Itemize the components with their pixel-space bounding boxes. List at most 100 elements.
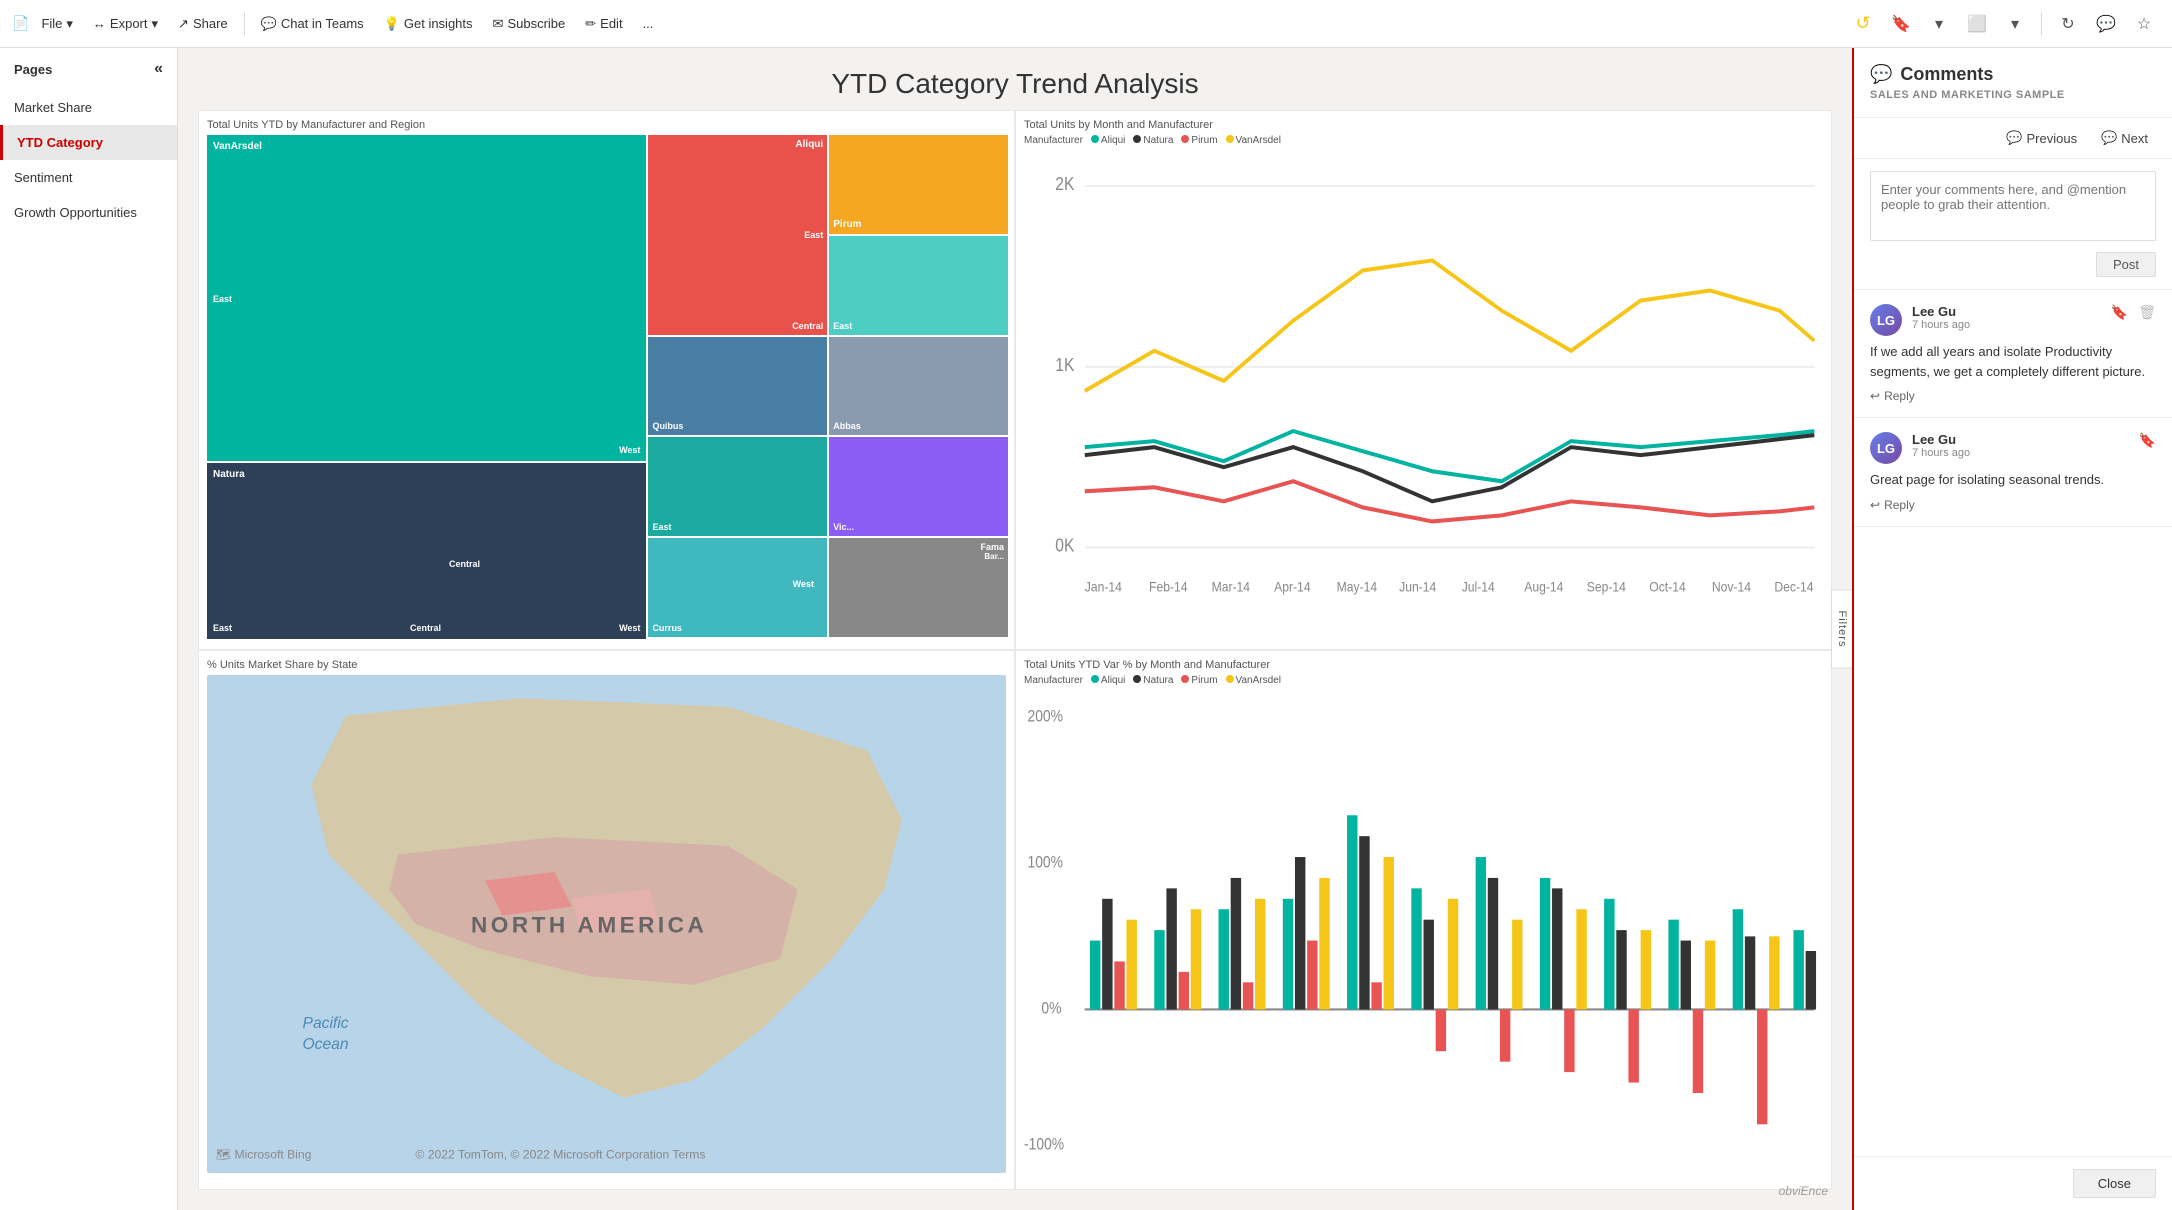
export-menu[interactable]: ↔ Export ▾ (85, 12, 166, 36)
chat-teams-button[interactable]: 💬 Chat in Teams (253, 12, 372, 36)
subscribe-label: Subscribe (507, 16, 565, 31)
toolbar-separator-1 (244, 12, 245, 36)
comments-nav: 💬 Previous 💬 Next (1854, 118, 2172, 159)
line-chart: Total Units by Month and Manufacturer Ma… (1015, 110, 1832, 650)
comment-reply-1[interactable]: ↩ Reply (1870, 389, 2156, 403)
insights-icon: 💡 (384, 16, 400, 32)
share-label: Share (193, 16, 228, 31)
svg-text:1K: 1K (1055, 355, 1075, 375)
treemap-cell-natura[interactable]: Natura EastCentralWest (207, 463, 646, 639)
more-label: ... (643, 16, 654, 31)
get-insights-button[interactable]: 💡 Get insights (376, 12, 481, 36)
map-chart: % Units Market Share by State (198, 650, 1015, 1190)
main-layout: Pages « Market Share YTD Category Sentim… (0, 48, 2172, 1210)
svg-text:Jul-14: Jul-14 (1462, 579, 1495, 595)
comment-time-1: 7 hours ago (1912, 319, 2101, 331)
sidebar-item-sentiment[interactable]: Sentiment (0, 160, 177, 195)
bar-legend-manufacturer: Manufacturer (1024, 675, 1083, 686)
svg-text:Sep-14: Sep-14 (1587, 579, 1626, 595)
treemap-cell-fama[interactable]: FamaBar... (829, 538, 1008, 637)
export-chevron-icon: ▾ (152, 16, 159, 32)
bar-title: Total Units YTD Var % by Month and Manuf… (1024, 659, 1823, 671)
share-button[interactable]: ↗ Share (170, 12, 236, 36)
toolbar-right: ↺ 🔖 ▾ ⬜ ▾ ↻ 💬 ☆ (1847, 8, 2160, 40)
edit-icon: ✏ (585, 16, 596, 32)
line-chart-svg: 2K 1K 0K Jan-14 F (1024, 150, 1823, 650)
toolbar-separator-2 (2041, 12, 2042, 36)
comment-author-1: Lee Gu (1912, 304, 2101, 319)
svg-text:2K: 2K (1055, 174, 1075, 194)
treemap-cell-abbas[interactable]: Abbas (829, 337, 1008, 436)
bar-legend-pirum: Pirum (1181, 675, 1217, 686)
svg-text:Mar-14: Mar-14 (1212, 579, 1250, 595)
view-chevron[interactable]: ▾ (1999, 8, 2031, 40)
watermark: obviEnce (1779, 1184, 1828, 1198)
comment-meta-2: Lee Gu 7 hours ago (1912, 432, 2129, 459)
map-area: NORTH AMERICA Pacific Ocean 🗺 Microsoft … (207, 675, 1006, 1173)
sidebar-item-growth-opportunities[interactable]: Growth Opportunities (0, 195, 177, 230)
comment-item-1: LG Lee Gu 7 hours ago 🔖 🗑 If we add all … (1854, 290, 2172, 418)
treemap-cell-east[interactable]: East (829, 236, 1008, 335)
treemap-cell-east2[interactable]: East (648, 437, 827, 536)
file-menu[interactable]: File ▾ (33, 12, 80, 36)
subscribe-button[interactable]: ✉ Subscribe (485, 12, 574, 36)
treemap-cell-vic[interactable]: Vic... (829, 437, 1008, 536)
treemap-chart: Total Units YTD by Manufacturer and Regi… (198, 110, 1015, 650)
bookmark-chevron[interactable]: ▾ (1923, 8, 1955, 40)
sidebar-item-ytd-category[interactable]: YTD Category (0, 125, 177, 160)
previous-button[interactable]: 💬 Previous (1998, 126, 2085, 150)
previous-icon: 💬 (2006, 130, 2022, 146)
view-button[interactable]: ⬜ (1961, 8, 1993, 40)
sidebar-collapse-icon[interactable]: « (154, 60, 163, 78)
edit-button[interactable]: ✏ Edit (577, 12, 630, 36)
sidebar-item-market-share[interactable]: Market Share (0, 90, 177, 125)
file-icon: 📄 (12, 15, 29, 32)
bar-chart: Total Units YTD Var % by Month and Manuf… (1015, 650, 1832, 1190)
svg-text:Jun-14: Jun-14 (1399, 579, 1436, 595)
treemap-cell-quibus[interactable]: Quibus (648, 337, 827, 436)
comments-footer: Close (1854, 1156, 2172, 1210)
comment-post-row: Post (1870, 252, 2156, 277)
svg-text:Feb-14: Feb-14 (1149, 579, 1187, 595)
undo-button[interactable]: ↺ (1847, 8, 1879, 40)
comments-body: Post LG Lee Gu 7 hours ago 🔖 🗑 If we add… (1854, 159, 2172, 1156)
comment-bookmark-2[interactable]: 🔖 (2139, 432, 2156, 449)
treemap-cell-aliqui[interactable]: Aliqui East Central (648, 135, 827, 335)
comment-top-2: LG Lee Gu 7 hours ago 🔖 (1870, 432, 2156, 464)
comment-time-2: 7 hours ago (1912, 447, 2129, 459)
comment-author-2: Lee Gu (1912, 432, 2129, 447)
svg-text:NORTH AMERICA: NORTH AMERICA (471, 913, 707, 938)
svg-text:Aug-14: Aug-14 (1524, 579, 1563, 595)
treemap-cell-pirum[interactable]: Pirum (829, 135, 1008, 234)
next-icon: 💬 (2101, 130, 2117, 146)
comment-delete-1[interactable]: 🗑 (2138, 304, 2156, 321)
svg-text:Ocean: Ocean (303, 1036, 349, 1053)
svg-text:May-14: May-14 (1337, 579, 1377, 595)
svg-text:Jan-14: Jan-14 (1085, 579, 1122, 595)
bar-legend-natura: Natura (1133, 675, 1173, 686)
page-title: YTD Category Trend Analysis (178, 48, 1852, 110)
legend-pirum: Pirum (1181, 135, 1217, 146)
svg-text:100%: 100% (1027, 853, 1063, 871)
comments-panel: 💬 Comments SALES AND MARKETING SAMPLE 💬 … (1852, 48, 2172, 1210)
comment-reply-2[interactable]: ↩ Reply (1870, 498, 2156, 512)
close-button[interactable]: Close (2073, 1169, 2156, 1198)
comment-button[interactable]: 💬 (2090, 8, 2122, 40)
filters-tab[interactable]: Filters (1831, 590, 1852, 669)
next-button[interactable]: 💬 Next (2093, 126, 2156, 150)
treemap-cell-vanarsdel[interactable]: VanArsdel East West (207, 135, 646, 461)
bar-legend-aliqui: Aliqui (1091, 675, 1125, 686)
post-button[interactable]: Post (2096, 252, 2156, 277)
svg-text:Pacific: Pacific (303, 1015, 349, 1032)
refresh-button[interactable]: ↻ (2052, 8, 2084, 40)
svg-text:Oct-14: Oct-14 (1649, 579, 1685, 595)
favorite-button[interactable]: ☆ (2128, 8, 2160, 40)
bookmark-button[interactable]: 🔖 (1885, 8, 1917, 40)
comment-input[interactable] (1870, 171, 2156, 241)
comments-icon: 💬 (1870, 64, 1892, 85)
svg-text:0K: 0K (1055, 535, 1075, 555)
treemap-title: Total Units YTD by Manufacturer and Regi… (207, 119, 1006, 131)
svg-text:0%: 0% (1041, 1000, 1061, 1018)
more-button[interactable]: ... (635, 12, 662, 35)
comment-bookmark-1[interactable]: 🔖 (2111, 304, 2128, 321)
